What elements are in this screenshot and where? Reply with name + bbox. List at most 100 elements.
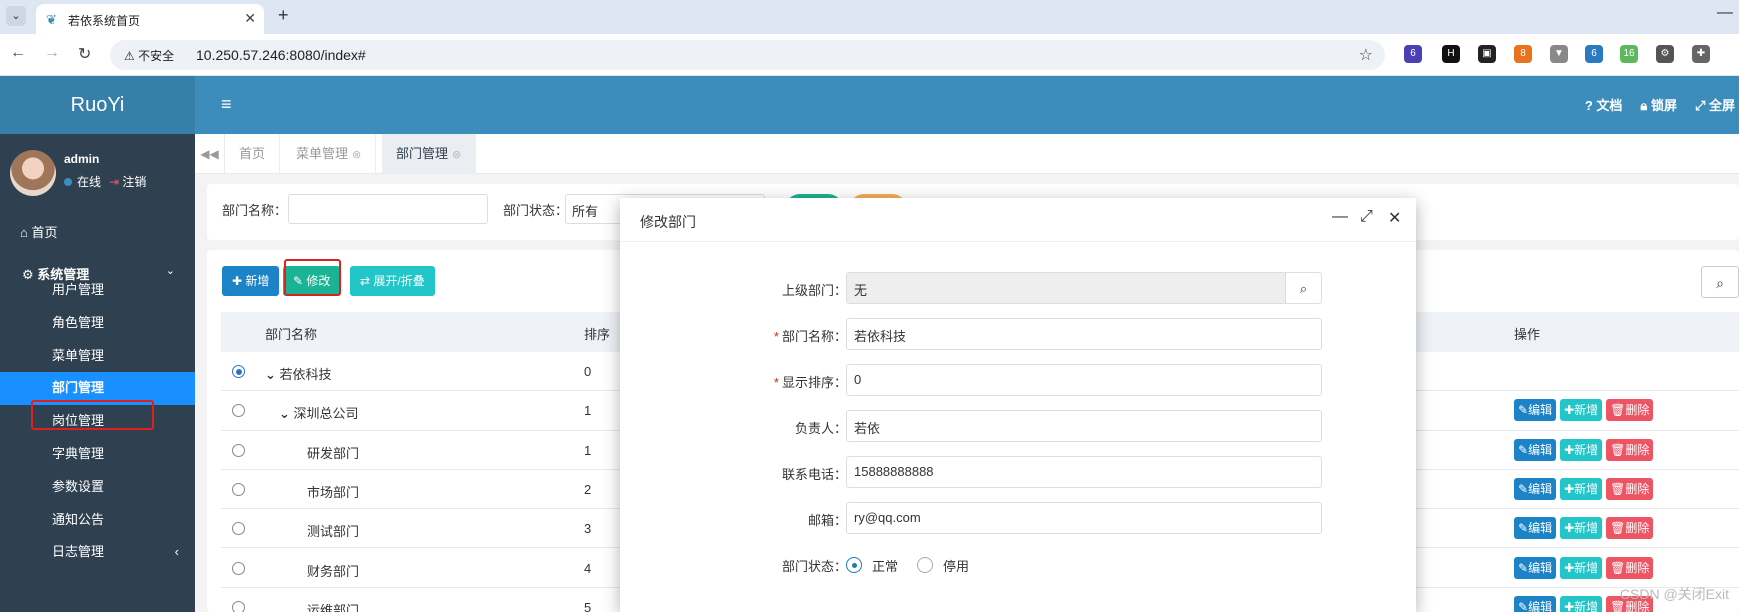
extension-icon[interactable]: ▼ xyxy=(1550,45,1568,63)
parent-dept-input[interactable]: 无 xyxy=(846,272,1286,304)
tab-departments[interactable]: 部门管理 ⊗ xyxy=(382,134,477,174)
extension-h-icon[interactable]: H xyxy=(1442,45,1460,63)
row-edit-button[interactable]: ✎编辑 xyxy=(1514,477,1557,500)
dept-name-text: 市场部门 xyxy=(307,484,360,500)
expand-chevron-icon[interactable]: ⌄ xyxy=(279,406,294,421)
extension-icon[interactable]: 6 xyxy=(1404,45,1422,63)
order-field[interactable]: 0 xyxy=(846,364,1322,396)
sidebar-item-params[interactable]: 参数设置 xyxy=(0,471,195,504)
fullscreen-link[interactable]: ⤢ 全屏 xyxy=(1695,95,1735,114)
dept-status-label: 部门状态： xyxy=(503,203,569,218)
row-delete-button[interactable]: 🗑︎删除 xyxy=(1606,556,1654,579)
close-tab-icon[interactable]: ✕ xyxy=(244,10,256,27)
security-warning[interactable]: ⚠ 不安全 xyxy=(124,47,174,64)
avatar[interactable] xyxy=(10,150,56,196)
row-select-radio[interactable] xyxy=(232,365,245,378)
dept-name-text: 研发部门 xyxy=(307,445,360,461)
op-label: 编辑 xyxy=(1528,403,1553,418)
menu-toggle-icon[interactable]: ≡ xyxy=(221,94,232,115)
online-status: 在线 xyxy=(64,173,101,190)
tab-menus[interactable]: 菜单管理 ⊗ xyxy=(282,134,377,174)
status-normal-radio[interactable] xyxy=(846,557,862,573)
row-delete-button[interactable]: 🗑︎删除 xyxy=(1606,477,1654,500)
extension-icon[interactable]: 8 xyxy=(1514,45,1532,63)
status-disabled-radio[interactable] xyxy=(917,557,933,573)
app-logo[interactable]: RuoYi xyxy=(0,76,195,134)
sidebar-item-home[interactable]: ⌂ 首页 xyxy=(20,222,58,241)
sidebar-item-users[interactable]: 用户管理 xyxy=(0,274,195,307)
toggle-search-icon[interactable]: ⌕ xyxy=(1701,266,1739,298)
add-button[interactable]: ✚ 新增 xyxy=(222,266,280,296)
row-add-button[interactable]: ✚新增 xyxy=(1560,477,1603,500)
row-select-radio[interactable] xyxy=(232,522,245,536)
omnibox[interactable]: ⚠ 不安全 10.250.57.246:8080/index# ☆ xyxy=(110,40,1385,70)
back-icon[interactable]: ← xyxy=(10,44,26,62)
reload-icon[interactable]: ↻ xyxy=(78,44,91,64)
sidebar-item-menus[interactable]: 菜单管理 xyxy=(0,340,195,373)
bookmark-star-icon[interactable]: ☆ xyxy=(1359,45,1373,65)
expand-chevron-icon[interactable]: ⌄ xyxy=(265,367,280,382)
phone-field[interactable]: 15888888888 xyxy=(846,456,1322,488)
row-edit-button[interactable]: ✎编辑 xyxy=(1514,438,1557,461)
row-add-button[interactable]: ✚新增 xyxy=(1560,438,1603,461)
search-icon[interactable]: ⌕ xyxy=(1285,272,1322,304)
close-icon[interactable]: ⊗ xyxy=(352,149,361,161)
extension-icon[interactable]: ▣ xyxy=(1478,45,1496,63)
maximize-icon[interactable]: ⤢ xyxy=(1360,208,1373,226)
leader-label: 负责人： xyxy=(794,421,847,436)
sidebar-item-notices[interactable]: 通知公告 xyxy=(0,504,195,537)
tabs-scroll-left-icon[interactable]: ◀◀ xyxy=(195,134,225,174)
tab-search-button[interactable]: ⌄ xyxy=(6,6,26,26)
row-add-button[interactable]: ✚新增 xyxy=(1560,399,1603,422)
row-delete-button[interactable]: 🗑︎删除 xyxy=(1606,438,1654,461)
forward-icon[interactable]: → xyxy=(44,44,60,62)
row-delete-button[interactable]: 🗑︎删除 xyxy=(1606,517,1654,540)
row-select-radio[interactable] xyxy=(232,600,245,612)
row-add-button[interactable]: ✚新增 xyxy=(1560,556,1603,579)
email-field[interactable]: ry@qq.com xyxy=(846,502,1322,534)
logout-link[interactable]: ⇥ 注销 xyxy=(109,173,146,190)
dept-name-cell: ⌄ 深圳总公司 xyxy=(279,403,359,422)
dept-name-text: 运维部门 xyxy=(307,602,360,612)
minimize-icon[interactable]: — xyxy=(1332,208,1348,226)
row-select-radio[interactable] xyxy=(232,404,245,418)
expand-collapse-button[interactable]: ⇄ 展开/折叠 xyxy=(350,266,435,296)
browser-tab[interactable]: ❦ 若依系统首页 ✕ xyxy=(36,4,264,34)
row-edit-button[interactable]: ✎编辑 xyxy=(1514,595,1557,612)
dept-name-field[interactable]: 若依科技 xyxy=(846,318,1322,350)
row-delete-button[interactable]: 🗑︎删除 xyxy=(1606,399,1654,422)
row-add-button[interactable]: ✚新增 xyxy=(1560,595,1603,612)
sidebar-item-roles[interactable]: 角色管理 xyxy=(0,307,195,340)
tab-home[interactable]: 首页 xyxy=(225,134,281,174)
new-tab-button[interactable]: + xyxy=(278,5,289,26)
row-edit-button[interactable]: ✎编辑 xyxy=(1514,556,1557,579)
close-icon[interactable]: ✕ xyxy=(1388,208,1401,228)
order-cell: 1 xyxy=(584,442,592,458)
row-select-radio[interactable] xyxy=(232,482,245,496)
edit-dept-modal: 修改部门 — ⤢ ✕ 上级部门： 无 ⌕ * 部门名称： 若依科技 * 显示排序： … xyxy=(620,198,1416,612)
status-normal-label[interactable]: 正常 xyxy=(872,556,898,575)
extension-icon[interactable]: 6 xyxy=(1585,45,1603,63)
sidebar-item-dictionary[interactable]: 字典管理 xyxy=(0,438,195,471)
leader-field[interactable]: 若依 xyxy=(846,410,1322,442)
row-edit-button[interactable]: ✎编辑 xyxy=(1514,517,1557,540)
lock-screen-link[interactable]: 🔒︎ 锁屏 xyxy=(1640,95,1677,114)
row-add-button[interactable]: ✚新增 xyxy=(1560,517,1603,540)
dept-name-cell: ⌄ 若依科技 xyxy=(265,364,332,383)
sidebar-item-logs[interactable]: 日志管理 ‹ xyxy=(0,536,195,569)
row-select-radio[interactable] xyxy=(232,561,245,575)
minimize-window-button[interactable]: — xyxy=(1717,4,1733,22)
dept-name-cell: 研发部门 xyxy=(307,443,359,462)
status-label: 部门状态： xyxy=(781,559,847,574)
puzzle-extensions-icon[interactable]: ✚ xyxy=(1692,45,1710,63)
url-text[interactable]: 10.250.57.246:8080/index# xyxy=(196,47,366,63)
dept-name-input[interactable] xyxy=(288,194,488,224)
extension-icon[interactable]: 16 xyxy=(1620,45,1638,63)
docs-link[interactable]: ? 文档 xyxy=(1585,95,1623,114)
row-edit-button[interactable]: ✎编辑 xyxy=(1514,399,1557,422)
row-select-radio[interactable] xyxy=(232,443,245,457)
home-icon: ⌂ xyxy=(20,225,28,240)
settings-gear-icon[interactable]: ⚙ xyxy=(1656,45,1674,63)
status-disabled-label[interactable]: 停用 xyxy=(943,556,969,575)
close-icon[interactable]: ⊗ xyxy=(452,149,461,161)
